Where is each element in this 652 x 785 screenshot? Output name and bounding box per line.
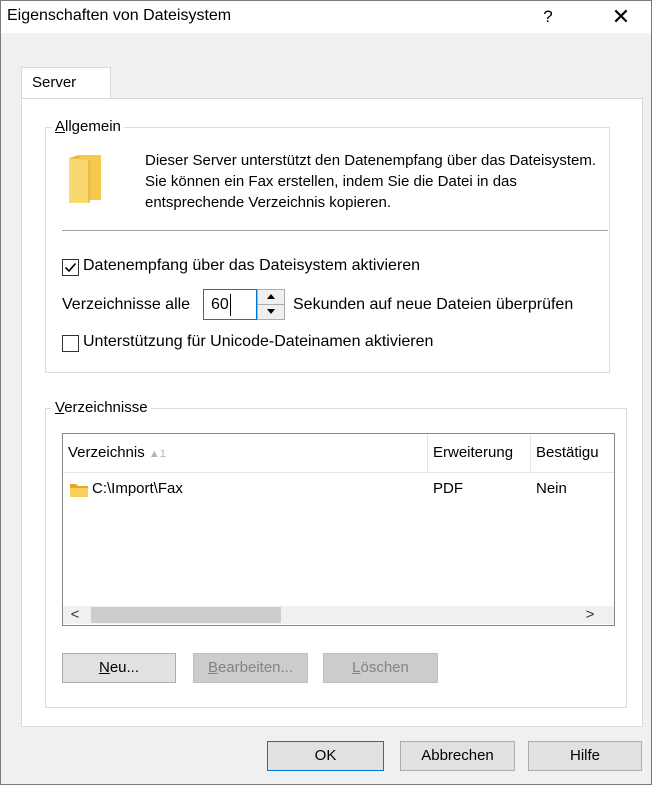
unicode-label[interactable]: Unterstützung für Unicode-Dateinamen akt… (83, 333, 433, 351)
interval-prefix-label: Verzeichnisse alle (62, 296, 191, 313)
edit-button[interactable]: Bearbeiten... (193, 653, 308, 683)
column-header-extension[interactable]: Erweiterung (433, 444, 513, 461)
column-divider[interactable] (427, 434, 428, 472)
close-icon[interactable]: ✕ (598, 3, 644, 31)
folder-icon (69, 155, 101, 203)
interval-value: 60 (211, 296, 229, 313)
text-caret (230, 294, 231, 316)
scroll-right-icon[interactable]: > (580, 606, 600, 624)
folder-icon (70, 484, 88, 497)
enable-receive-checkbox[interactable] (62, 259, 79, 276)
scroll-left-icon[interactable]: < (65, 606, 85, 624)
horizontal-scrollbar[interactable]: < > (63, 606, 614, 624)
interval-spinner[interactable] (257, 289, 285, 320)
enable-receive-label[interactable]: Datenempfang über das Dateisystem aktivi… (83, 257, 420, 275)
sort-ascending-icon: ▲1 (148, 448, 166, 460)
tab-server[interactable]: Server (21, 67, 111, 100)
properties-dialog: Eigenschaften von Dateisystem ? ✕ Server… (0, 0, 652, 785)
unicode-checkbox[interactable] (62, 335, 79, 352)
separator (62, 230, 608, 231)
help-icon[interactable]: ? (533, 5, 563, 29)
spin-up-button[interactable] (258, 290, 284, 305)
column-header-confirmation[interactable]: Bestätigu (536, 444, 599, 461)
ok-button[interactable]: OK (267, 741, 384, 771)
help-button[interactable]: Hilfe (528, 741, 642, 771)
new-button[interactable]: Neu... (62, 653, 176, 683)
spin-down-button[interactable] (258, 305, 284, 319)
arrow-up-icon (267, 294, 275, 299)
column-divider[interactable] (530, 434, 531, 472)
row-path: C:\Import\Fax (92, 480, 183, 497)
window-title: Eigenschaften von Dateisystem (7, 7, 232, 24)
info-text: Dieser Server unterstützt den Datenempfa… (145, 152, 597, 211)
directories-list[interactable]: Verzeichnis ▲1 Erweiterung Bestätigu C:\… (62, 433, 615, 626)
column-header-directory[interactable]: Verzeichnis ▲1 (68, 444, 166, 461)
delete-button[interactable]: Löschen (323, 653, 438, 683)
tab-server-label: Server (32, 74, 77, 91)
directories-legend: Verzeichnisse (52, 399, 151, 416)
list-item[interactable]: C:\Import\Fax PDF Nein (63, 478, 614, 502)
interval-input[interactable]: 60 (203, 289, 257, 320)
interval-suffix-label: Sekunden auf neue Dateien überprüfen (293, 296, 574, 313)
row-confirmation: Nein (536, 480, 567, 497)
scrollbar-thumb[interactable] (91, 607, 281, 623)
checkmark-icon (64, 262, 77, 273)
general-legend: Allgemein (52, 118, 124, 135)
arrow-down-icon (267, 309, 275, 314)
list-header: Verzeichnis ▲1 Erweiterung Bestätigu (63, 434, 614, 473)
row-extension: PDF (433, 480, 463, 497)
cancel-button[interactable]: Abbrechen (400, 741, 515, 771)
title-bar: Eigenschaften von Dateisystem ? ✕ (1, 1, 651, 33)
